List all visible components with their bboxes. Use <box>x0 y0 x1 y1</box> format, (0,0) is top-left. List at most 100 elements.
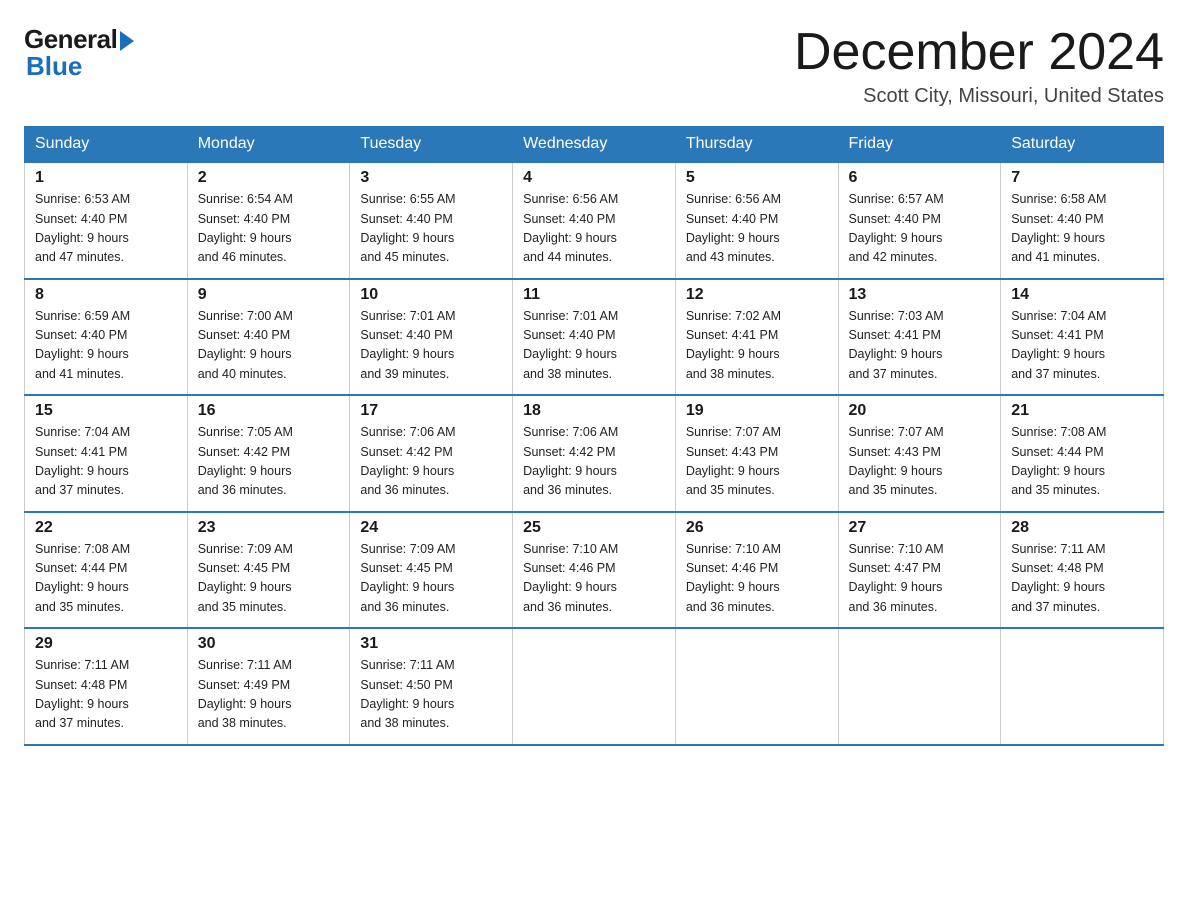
calendar-week-row: 1 Sunrise: 6:53 AMSunset: 4:40 PMDayligh… <box>25 162 1164 279</box>
day-number: 22 <box>35 519 177 537</box>
calendar-cell: 13 Sunrise: 7:03 AMSunset: 4:41 PMDaylig… <box>838 279 1001 396</box>
day-info: Sunrise: 7:10 AMSunset: 4:46 PMDaylight:… <box>686 542 781 614</box>
day-info: Sunrise: 6:54 AMSunset: 4:40 PMDaylight:… <box>198 192 293 264</box>
day-number: 13 <box>849 286 991 304</box>
calendar-cell <box>513 628 676 745</box>
day-number: 10 <box>360 286 502 304</box>
location-text: Scott City, Missouri, United States <box>794 85 1164 108</box>
weekday-header-thursday: Thursday <box>675 127 838 163</box>
day-info: Sunrise: 7:10 AMSunset: 4:46 PMDaylight:… <box>523 542 618 614</box>
day-number: 12 <box>686 286 828 304</box>
calendar-cell: 15 Sunrise: 7:04 AMSunset: 4:41 PMDaylig… <box>25 395 188 512</box>
day-info: Sunrise: 7:11 AMSunset: 4:49 PMDaylight:… <box>198 658 292 730</box>
calendar-cell: 31 Sunrise: 7:11 AMSunset: 4:50 PMDaylig… <box>350 628 513 745</box>
weekday-header-tuesday: Tuesday <box>350 127 513 163</box>
day-number: 31 <box>360 635 502 653</box>
day-number: 26 <box>686 519 828 537</box>
day-info: Sunrise: 7:03 AMSunset: 4:41 PMDaylight:… <box>849 309 944 381</box>
day-info: Sunrise: 7:01 AMSunset: 4:40 PMDaylight:… <box>360 309 455 381</box>
day-info: Sunrise: 7:07 AMSunset: 4:43 PMDaylight:… <box>686 425 781 497</box>
calendar-cell: 17 Sunrise: 7:06 AMSunset: 4:42 PMDaylig… <box>350 395 513 512</box>
calendar-cell <box>675 628 838 745</box>
calendar-cell: 6 Sunrise: 6:57 AMSunset: 4:40 PMDayligh… <box>838 162 1001 279</box>
day-info: Sunrise: 7:11 AMSunset: 4:50 PMDaylight:… <box>360 658 454 730</box>
day-info: Sunrise: 7:02 AMSunset: 4:41 PMDaylight:… <box>686 309 781 381</box>
day-info: Sunrise: 7:06 AMSunset: 4:42 PMDaylight:… <box>523 425 618 497</box>
day-number: 15 <box>35 402 177 420</box>
calendar-cell: 9 Sunrise: 7:00 AMSunset: 4:40 PMDayligh… <box>187 279 350 396</box>
day-number: 16 <box>198 402 340 420</box>
calendar-cell <box>838 628 1001 745</box>
day-number: 6 <box>849 169 991 187</box>
day-info: Sunrise: 6:57 AMSunset: 4:40 PMDaylight:… <box>849 192 944 264</box>
weekday-header-monday: Monday <box>187 127 350 163</box>
calendar-cell: 23 Sunrise: 7:09 AMSunset: 4:45 PMDaylig… <box>187 512 350 629</box>
calendar-week-row: 22 Sunrise: 7:08 AMSunset: 4:44 PMDaylig… <box>25 512 1164 629</box>
day-info: Sunrise: 6:59 AMSunset: 4:40 PMDaylight:… <box>35 309 130 381</box>
calendar-cell: 30 Sunrise: 7:11 AMSunset: 4:49 PMDaylig… <box>187 628 350 745</box>
day-number: 19 <box>686 402 828 420</box>
day-info: Sunrise: 7:08 AMSunset: 4:44 PMDaylight:… <box>35 542 130 614</box>
day-number: 20 <box>849 402 991 420</box>
day-info: Sunrise: 6:56 AMSunset: 4:40 PMDaylight:… <box>523 192 618 264</box>
calendar-cell: 16 Sunrise: 7:05 AMSunset: 4:42 PMDaylig… <box>187 395 350 512</box>
day-info: Sunrise: 7:00 AMSunset: 4:40 PMDaylight:… <box>198 309 293 381</box>
calendar-cell: 28 Sunrise: 7:11 AMSunset: 4:48 PMDaylig… <box>1001 512 1164 629</box>
weekday-header-sunday: Sunday <box>25 127 188 163</box>
month-title: December 2024 <box>794 24 1164 81</box>
day-number: 21 <box>1011 402 1153 420</box>
day-info: Sunrise: 7:11 AMSunset: 4:48 PMDaylight:… <box>1011 542 1105 614</box>
day-number: 30 <box>198 635 340 653</box>
calendar-cell: 20 Sunrise: 7:07 AMSunset: 4:43 PMDaylig… <box>838 395 1001 512</box>
calendar-cell: 10 Sunrise: 7:01 AMSunset: 4:40 PMDaylig… <box>350 279 513 396</box>
calendar-cell: 11 Sunrise: 7:01 AMSunset: 4:40 PMDaylig… <box>513 279 676 396</box>
day-number: 28 <box>1011 519 1153 537</box>
day-number: 2 <box>198 169 340 187</box>
calendar-table: SundayMondayTuesdayWednesdayThursdayFrid… <box>24 126 1164 746</box>
day-info: Sunrise: 6:53 AMSunset: 4:40 PMDaylight:… <box>35 192 130 264</box>
calendar-cell: 26 Sunrise: 7:10 AMSunset: 4:46 PMDaylig… <box>675 512 838 629</box>
calendar-cell: 19 Sunrise: 7:07 AMSunset: 4:43 PMDaylig… <box>675 395 838 512</box>
weekday-header-saturday: Saturday <box>1001 127 1164 163</box>
calendar-cell: 2 Sunrise: 6:54 AMSunset: 4:40 PMDayligh… <box>187 162 350 279</box>
weekday-header-wednesday: Wednesday <box>513 127 676 163</box>
calendar-cell: 4 Sunrise: 6:56 AMSunset: 4:40 PMDayligh… <box>513 162 676 279</box>
logo-arrow-icon <box>120 31 134 51</box>
day-number: 17 <box>360 402 502 420</box>
day-info: Sunrise: 7:07 AMSunset: 4:43 PMDaylight:… <box>849 425 944 497</box>
calendar-cell: 25 Sunrise: 7:10 AMSunset: 4:46 PMDaylig… <box>513 512 676 629</box>
day-number: 18 <box>523 402 665 420</box>
day-number: 29 <box>35 635 177 653</box>
logo: General Blue <box>24 24 134 82</box>
calendar-cell: 24 Sunrise: 7:09 AMSunset: 4:45 PMDaylig… <box>350 512 513 629</box>
weekday-header-friday: Friday <box>838 127 1001 163</box>
calendar-cell: 12 Sunrise: 7:02 AMSunset: 4:41 PMDaylig… <box>675 279 838 396</box>
day-number: 8 <box>35 286 177 304</box>
day-number: 3 <box>360 169 502 187</box>
day-info: Sunrise: 6:56 AMSunset: 4:40 PMDaylight:… <box>686 192 781 264</box>
calendar-week-row: 29 Sunrise: 7:11 AMSunset: 4:48 PMDaylig… <box>25 628 1164 745</box>
day-info: Sunrise: 7:08 AMSunset: 4:44 PMDaylight:… <box>1011 425 1106 497</box>
day-number: 24 <box>360 519 502 537</box>
day-number: 27 <box>849 519 991 537</box>
title-area: December 2024 Scott City, Missouri, Unit… <box>794 24 1164 108</box>
day-number: 4 <box>523 169 665 187</box>
calendar-cell: 14 Sunrise: 7:04 AMSunset: 4:41 PMDaylig… <box>1001 279 1164 396</box>
day-number: 1 <box>35 169 177 187</box>
day-number: 7 <box>1011 169 1153 187</box>
day-number: 25 <box>523 519 665 537</box>
calendar-cell: 29 Sunrise: 7:11 AMSunset: 4:48 PMDaylig… <box>25 628 188 745</box>
weekday-header-row: SundayMondayTuesdayWednesdayThursdayFrid… <box>25 127 1164 163</box>
calendar-cell: 3 Sunrise: 6:55 AMSunset: 4:40 PMDayligh… <box>350 162 513 279</box>
calendar-week-row: 15 Sunrise: 7:04 AMSunset: 4:41 PMDaylig… <box>25 395 1164 512</box>
day-info: Sunrise: 7:10 AMSunset: 4:47 PMDaylight:… <box>849 542 944 614</box>
calendar-cell: 7 Sunrise: 6:58 AMSunset: 4:40 PMDayligh… <box>1001 162 1164 279</box>
calendar-cell: 18 Sunrise: 7:06 AMSunset: 4:42 PMDaylig… <box>513 395 676 512</box>
day-number: 23 <box>198 519 340 537</box>
day-info: Sunrise: 7:09 AMSunset: 4:45 PMDaylight:… <box>198 542 293 614</box>
day-info: Sunrise: 7:05 AMSunset: 4:42 PMDaylight:… <box>198 425 293 497</box>
logo-blue-text: Blue <box>26 51 82 82</box>
day-number: 5 <box>686 169 828 187</box>
page-header: General Blue December 2024 Scott City, M… <box>24 24 1164 108</box>
day-info: Sunrise: 7:01 AMSunset: 4:40 PMDaylight:… <box>523 309 618 381</box>
